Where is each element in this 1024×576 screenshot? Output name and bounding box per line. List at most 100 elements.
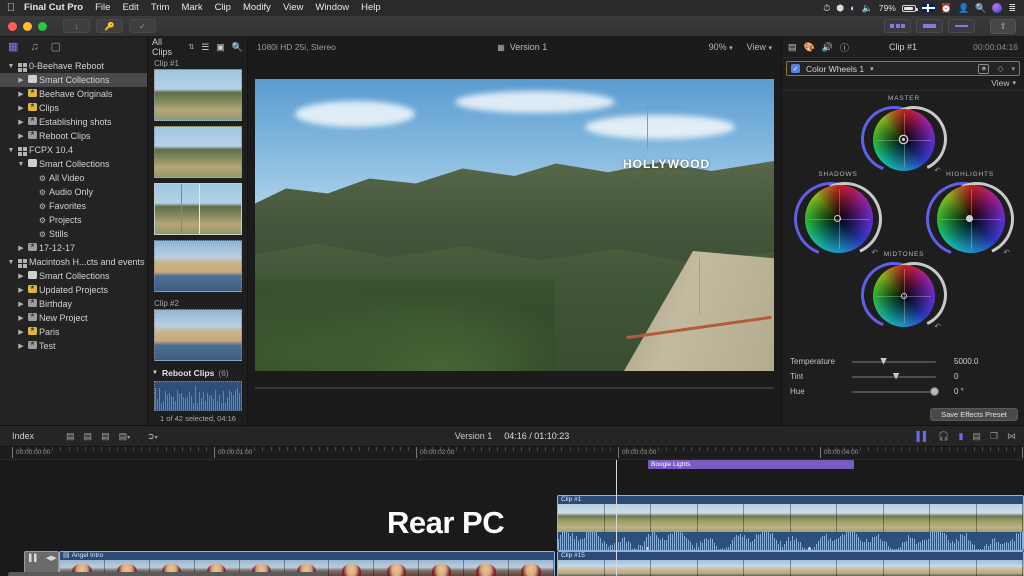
disclosure-triangle-icon[interactable]: ▼ xyxy=(6,63,16,70)
sidebar-item-new-project[interactable]: ▶ New Project xyxy=(0,311,147,325)
sidebar-item-projects[interactable]: ⚙ Projects xyxy=(0,213,147,227)
viewer-zoom-menu[interactable]: 90% ▾ xyxy=(709,42,733,52)
disclosure-triangle-icon[interactable]: ▶ xyxy=(16,314,26,322)
disclosure-triangle-icon[interactable]: ▶ xyxy=(16,300,26,308)
sidebar-item-updated-projects[interactable]: ▶ Updated Projects xyxy=(0,283,147,297)
sidebar-item-smart-collections[interactable]: ▶ Smart Collections xyxy=(0,73,147,87)
wifi-icon[interactable]: ◐ xyxy=(850,0,855,16)
sidebar-item-smart-collections[interactable]: ▶ Smart Collections xyxy=(0,269,147,283)
color-wheel-shadows[interactable]: SHADOWS ↶ xyxy=(788,171,888,258)
timeline-toggle-button[interactable] xyxy=(916,19,943,33)
disclosure-triangle-icon[interactable]: ▼ xyxy=(6,147,16,154)
search-icon[interactable]: 🔍 xyxy=(232,42,243,53)
chevron-down-icon[interactable]: ▾ xyxy=(1011,65,1015,73)
sidebar-item-beehave-originals[interactable]: ▶Beehave Originals xyxy=(0,87,147,101)
background-tasks-button[interactable]: ✓ xyxy=(129,19,156,33)
effect-row-color-wheels[interactable]: ✓ Color Wheels 1 ▾ ◉ ◇ ▾ xyxy=(786,61,1020,76)
add-clip-icon[interactable]: ▤ xyxy=(101,431,110,442)
headphones-icon[interactable]: 🎧 xyxy=(938,431,949,442)
menu-item-mark[interactable]: Mark xyxy=(175,0,208,16)
chevron-down-icon[interactable]: ▾ xyxy=(870,65,874,73)
sidebar-item-birthday[interactable]: ▶ Birthday xyxy=(0,297,147,311)
save-effects-preset-button[interactable]: Save Effects Preset xyxy=(930,408,1018,421)
browser-thumbnail-selected[interactable] xyxy=(154,183,242,235)
sidebar-item-all-video[interactable]: ⚙ All Video xyxy=(0,171,147,185)
audio-level-icon[interactable]: ▮ xyxy=(958,431,963,442)
browser-group-header[interactable]: ▼ Reboot Clips (6) xyxy=(148,366,247,381)
clock-icon[interactable]: ⏰ xyxy=(941,0,952,16)
libraries-icon[interactable]: ▦ xyxy=(8,42,18,53)
sidebar-item-17-12-17[interactable]: ▶ 17-12-17 xyxy=(0,241,147,255)
timeline-playhead[interactable] xyxy=(616,460,617,576)
param-value[interactable]: 0 xyxy=(954,372,958,381)
sidebar-item-audio-only[interactable]: ⚙ Audio Only xyxy=(0,185,147,199)
sidebar-item-reboot-clips[interactable]: ▶ Reboot Clips xyxy=(0,129,147,143)
disclosure-triangle-icon[interactable]: ▶ xyxy=(16,76,26,84)
disclosure-triangle-icon[interactable]: ▶ xyxy=(16,286,26,294)
disclosure-triangle-icon[interactable]: ▶ xyxy=(16,104,26,112)
chevron-updown-icon[interactable]: ⇅ xyxy=(188,43,194,51)
disclosure-triangle-icon[interactable]: ▶ xyxy=(16,244,26,252)
disclosure-triangle-icon[interactable]: ▶ xyxy=(16,90,26,98)
battery-icon[interactable] xyxy=(902,5,916,12)
disclosure-triangle-icon[interactable]: ▶ xyxy=(16,272,26,280)
viewer-view-menu[interactable]: View ▾ xyxy=(747,42,772,52)
param-slider[interactable] xyxy=(852,372,936,382)
timeline-marker[interactable] xyxy=(646,547,649,550)
disclosure-triangle-icon[interactable]: ▼ xyxy=(16,161,26,168)
sidebar-item-smart-collections[interactable]: ▼ Smart Collections xyxy=(0,157,147,171)
inspector-toggle-button[interactable] xyxy=(948,19,975,33)
param-value[interactable]: 0 ° xyxy=(954,387,964,396)
import-media-button[interactable]: ↓ xyxy=(63,19,90,33)
color-wheel-highlights[interactable]: HIGHLIGHTS ↶ xyxy=(920,171,1020,258)
bluetooth-icon[interactable]: ⬢ xyxy=(836,0,844,16)
info-inspector-icon[interactable]: ⓘ xyxy=(840,41,849,54)
menu-item-view[interactable]: View xyxy=(277,0,309,16)
browser-thumbnail[interactable] xyxy=(154,240,242,292)
sidebar-item-paris[interactable]: ▶ Paris xyxy=(0,325,147,339)
color-inspector-icon[interactable]: 🎨 xyxy=(804,42,815,53)
control-center-icon[interactable]: ≣ xyxy=(1008,0,1016,16)
add-transition-icon[interactable]: ▤ xyxy=(84,431,93,442)
timeline-index-icon[interactable]: ⋈ xyxy=(1007,431,1016,442)
select-tool-icon[interactable]: ➲▾ xyxy=(147,431,158,442)
menu-item-file[interactable]: File xyxy=(89,0,116,16)
viewer-scrubber[interactable] xyxy=(255,375,774,399)
browser-thumbnail[interactable] xyxy=(154,126,242,178)
menu-app-name[interactable]: Final Cut Pro xyxy=(18,0,89,16)
timeline-horizontal-scrollbar[interactable] xyxy=(8,572,328,576)
sidebar-item-fcpx-10-4[interactable]: ▼ FCPX 10.4 xyxy=(0,143,147,157)
sidebar-item-macintosh-h-cts-and-events[interactable]: ▼ Macintosh H...cts and events xyxy=(0,255,147,269)
inspector-view-menu[interactable]: View ▾ xyxy=(782,76,1024,91)
timeline-clip-clip1[interactable]: Clip #1 xyxy=(557,495,1024,551)
disclosure-triangle-icon[interactable]: ▼ xyxy=(6,259,16,266)
volume-icon[interactable]: 🔈 xyxy=(862,0,873,16)
menu-item-modify[interactable]: Modify xyxy=(237,0,277,16)
disclosure-triangle-icon[interactable]: ▶ xyxy=(16,118,26,126)
timeline-ruler[interactable]: 00:00:00:00 00:00:01:00 00:00:02:00 00:00:0… xyxy=(0,447,1024,460)
reset-midtones-icon[interactable]: ↶ xyxy=(934,322,941,331)
menu-item-trim[interactable]: Trim xyxy=(145,0,176,16)
color-wheel-master[interactable]: MASTER ↶ xyxy=(861,95,947,174)
browser-filter-label[interactable]: All Clips xyxy=(152,37,181,57)
browser-toggle-button[interactable] xyxy=(884,19,911,33)
sidebar-item-0-beehave-reboot[interactable]: ▼ 0-Beehave Reboot xyxy=(0,59,147,73)
keywords-button[interactable]: 🔑 xyxy=(96,19,123,33)
video-inspector-icon[interactable]: ▤ xyxy=(788,42,797,53)
effect-enabled-checkbox[interactable]: ✓ xyxy=(791,64,800,73)
timeline-title-clip[interactable]: Boogie Lights xyxy=(648,460,854,469)
flag-uk-icon[interactable] xyxy=(922,4,935,12)
menu-item-edit[interactable]: Edit xyxy=(116,0,144,16)
menu-item-window[interactable]: Window xyxy=(309,0,355,16)
timeline-marker[interactable] xyxy=(808,547,811,550)
disclosure-triangle-icon[interactable]: ▶ xyxy=(16,342,26,350)
timeline-clip-clip15[interactable]: Clip #15 xyxy=(557,551,1024,576)
menu-item-clip[interactable]: Clip xyxy=(209,0,237,16)
sidebar-item-stills[interactable]: ⚙ Stills xyxy=(0,227,147,241)
sidebar-item-establishing-shots[interactable]: ▶ Establishing shots xyxy=(0,115,147,129)
sidebar-item-favorites[interactable]: ⚙ Favorites xyxy=(0,199,147,213)
render-icon[interactable]: ❐ xyxy=(990,431,998,442)
filmstrip-view-icon[interactable]: ▣ xyxy=(216,42,225,53)
disclosure-triangle-icon[interactable]: ▶ xyxy=(16,328,26,336)
menu-item-help[interactable]: Help xyxy=(355,0,387,16)
